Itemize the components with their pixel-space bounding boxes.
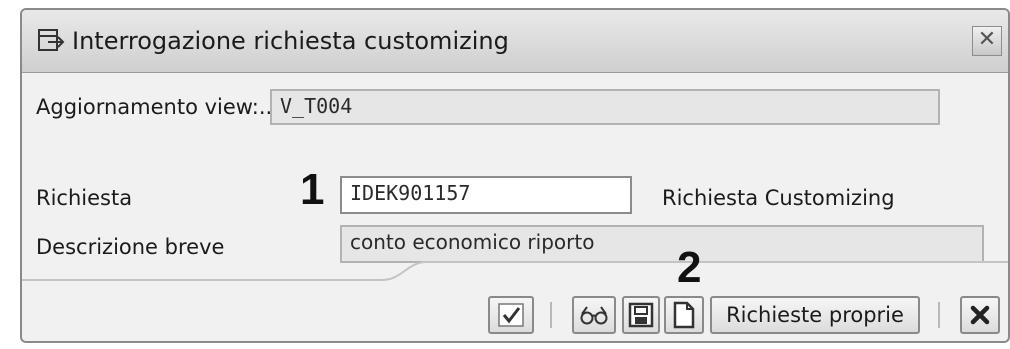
- save-local-icon: [628, 302, 654, 328]
- glasses-icon: [580, 306, 608, 325]
- own-requests-button[interactable]: Richieste proprie: [710, 296, 920, 334]
- display-button[interactable]: [572, 296, 616, 334]
- annotation-marker-1: 1: [300, 165, 325, 214]
- toolbar-separator: [938, 302, 940, 328]
- new-document-icon: [673, 301, 695, 329]
- local-file-button[interactable]: [622, 296, 660, 334]
- checkmark-icon: [498, 303, 524, 327]
- dialog-window: Interrogazione richiesta customizing ✕ A…: [20, 8, 1010, 343]
- footer-separator: [22, 261, 1008, 281]
- cancel-button[interactable]: [960, 296, 1000, 334]
- create-request-button[interactable]: [664, 296, 704, 334]
- confirm-button[interactable]: [488, 296, 534, 334]
- annotation-marker-2: 2: [677, 243, 702, 292]
- toolbar-separator: [550, 302, 552, 328]
- cancel-x-icon: [970, 305, 990, 325]
